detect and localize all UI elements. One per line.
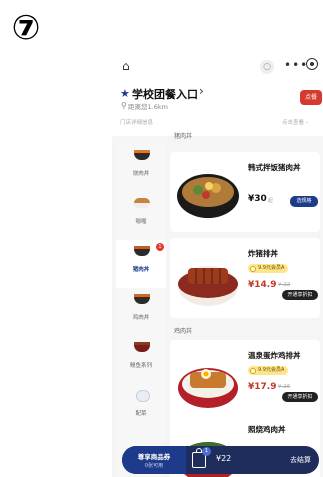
sidebar-item-eel[interactable]: 鳗鱼系列 bbox=[116, 336, 166, 384]
vip-discount-button[interactable]: 开通享折扣 bbox=[282, 290, 318, 300]
sidebar-item-curry[interactable]: 咖喱 bbox=[116, 192, 166, 240]
food-image bbox=[178, 368, 238, 408]
product-name: 韩式拌饭猪肉丼 bbox=[248, 163, 301, 172]
step-number: ⑦ bbox=[11, 8, 41, 48]
member-price-tag: 9.9元会员A bbox=[248, 366, 289, 375]
store-info-label: 门店详细信息 bbox=[120, 120, 154, 126]
close-target-icon[interactable] bbox=[306, 58, 318, 70]
store-header: ★ 学校团餐入口 › ⚲ 距离您1.6km 点餐 门店详细信息 点击查看 › bbox=[112, 84, 323, 136]
product-card[interactable]: 温泉蛋炸鸡排丼 9.9元会员A ¥17.9 ¥ 26 开通享折扣 bbox=[170, 340, 320, 420]
category-count-badge: 1 bbox=[156, 243, 164, 251]
store-info-link[interactable]: 点击查看 › bbox=[282, 118, 308, 126]
vip-discount-button[interactable]: 开通享折扣 bbox=[282, 392, 318, 402]
sidebar-item-sides[interactable]: 配菜 bbox=[116, 384, 166, 432]
eel-bowl-icon bbox=[134, 342, 150, 355]
food-image bbox=[177, 174, 239, 218]
sidebar-item-chicken[interactable]: 鸡肉丼 bbox=[116, 288, 166, 336]
location-pin-icon: ⚲ bbox=[121, 101, 127, 110]
star-icon: ★ bbox=[120, 87, 130, 100]
search-icon[interactable]: ○ bbox=[260, 60, 274, 74]
coupon-button[interactable]: 尊享商品券 0张可用 bbox=[122, 446, 186, 474]
pork-bowl-icon bbox=[134, 246, 150, 259]
more-icon[interactable]: ••• bbox=[284, 58, 308, 72]
sidebar-item-shaorou[interactable]: 烧肉丼 bbox=[116, 144, 166, 192]
store-distance: 距离您1.6km bbox=[128, 103, 168, 111]
rice-bowl-icon bbox=[134, 150, 150, 163]
chevron-right-icon[interactable]: › bbox=[199, 84, 204, 98]
cart-bar: 尊享商品券 0张可用 1 ¥22 去结算 bbox=[122, 446, 319, 474]
store-name[interactable]: 学校团餐入口 bbox=[132, 86, 198, 102]
home-icon[interactable]: ⌂ bbox=[122, 59, 130, 73]
select-spec-button[interactable]: 选规格 bbox=[290, 196, 318, 207]
product-card[interactable]: 炸猪排丼 9.9元会员A ¥14.9 ¥ 22 开通享折扣 bbox=[170, 238, 320, 318]
product-price: ¥17.9 bbox=[248, 382, 277, 392]
food-image bbox=[178, 266, 238, 306]
side-dish-icon bbox=[134, 390, 150, 402]
sidebar-item-pork[interactable]: 1 猪肉丼 bbox=[116, 240, 166, 288]
product-price: ¥14.9 bbox=[248, 280, 277, 290]
member-price-tag: 9.9元会员A bbox=[248, 264, 289, 273]
mini-program-screen: ⌂ ○ ••• ★ 学校团餐入口 › ⚲ 距离您1.6km 点餐 门店详细信息 … bbox=[112, 52, 323, 477]
original-price: ¥ 26 bbox=[278, 384, 291, 390]
section-label-chicken: 鸡肉丼 bbox=[174, 328, 193, 335]
checkout-button[interactable]: 去结算 bbox=[282, 446, 319, 474]
price-unit: 起 bbox=[268, 198, 274, 204]
product-name: 照烧鸡肉丼 bbox=[248, 425, 286, 434]
order-button[interactable]: 点餐 bbox=[300, 90, 322, 105]
category-sidebar: 烧肉丼 咖喱 1 猪肉丼 鸡肉丼 鳗鱼系列 配菜 bbox=[116, 144, 166, 477]
product-name: 温泉蛋炸鸡排丼 bbox=[248, 351, 301, 360]
product-card[interactable]: 韩式拌饭猪肉丼 ¥30 起 选规格 bbox=[170, 152, 320, 232]
section-label-pork: 猪肉丼 bbox=[174, 133, 193, 140]
cart-count-badge: 1 bbox=[202, 447, 211, 456]
product-price: ¥30 bbox=[248, 194, 267, 204]
product-name: 炸猪排丼 bbox=[248, 249, 278, 258]
cart-total: ¥22 bbox=[216, 454, 232, 463]
curry-bowl-icon bbox=[134, 198, 150, 208]
top-bar: ⌂ ○ ••• bbox=[112, 52, 323, 84]
chicken-bowl-icon bbox=[134, 294, 150, 307]
original-price: ¥ 22 bbox=[278, 282, 291, 288]
